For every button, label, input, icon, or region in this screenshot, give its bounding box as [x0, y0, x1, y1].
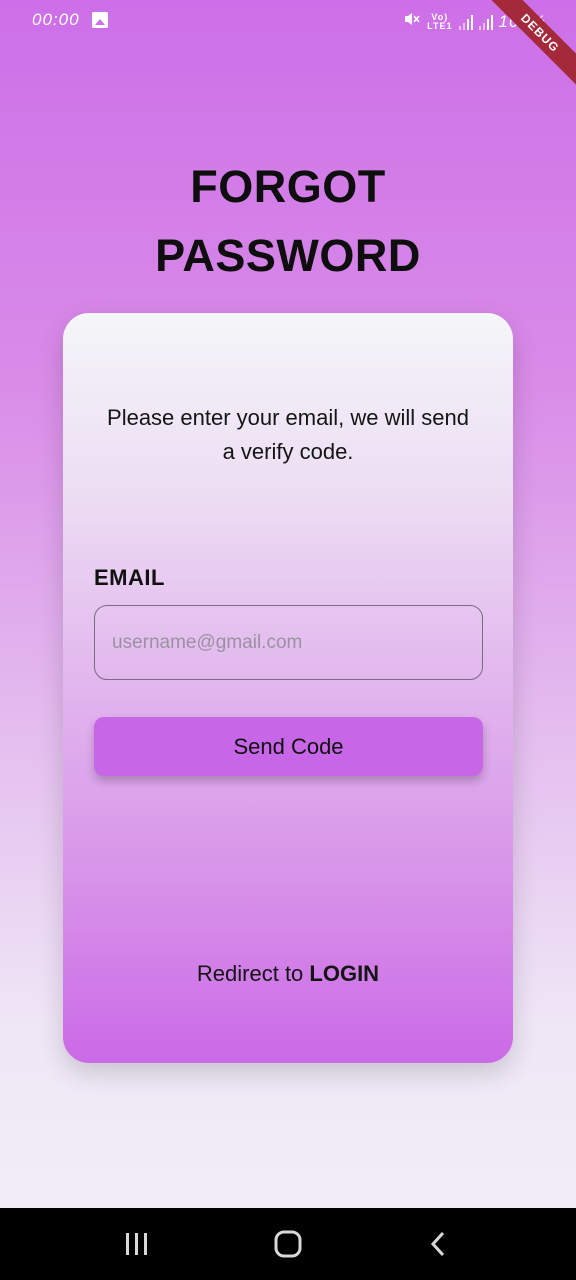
recent-apps-icon — [126, 1233, 148, 1255]
home-icon — [274, 1230, 302, 1258]
status-time: 00:00 — [32, 10, 80, 29]
login-link[interactable]: LOGIN — [309, 961, 379, 986]
email-field[interactable] — [94, 605, 483, 680]
home-button[interactable] — [258, 1214, 318, 1274]
navigation-bar — [0, 1208, 576, 1280]
instruction-text: Please enter your email, we will send a … — [107, 405, 469, 464]
recent-apps-button[interactable] — [107, 1214, 167, 1274]
back-icon — [430, 1231, 444, 1257]
forgot-password-card: Please enter your email, we will send a … — [63, 313, 513, 1063]
status-bar: 00:00 Vo)LTE1 100% — [0, 0, 576, 40]
signal-icon-2 — [478, 14, 493, 30]
mute-icon — [403, 10, 421, 33]
volte-icon: Vo) LTE1 — [427, 11, 453, 31]
email-label: EMAIL — [94, 565, 165, 590]
redirect-prefix: Redirect to — [196, 961, 310, 986]
page-title-line1: FORGOT — [190, 161, 386, 212]
page-title: FORGOT PASSWORD — [0, 152, 576, 290]
back-button[interactable] — [409, 1214, 469, 1274]
redirect-text: Redirect to LOGIN — [63, 961, 513, 987]
send-code-button[interactable]: Send Code — [94, 717, 483, 776]
gallery-icon — [92, 12, 108, 28]
signal-icon — [458, 14, 473, 30]
page-title-line2: PASSWORD — [155, 230, 421, 281]
